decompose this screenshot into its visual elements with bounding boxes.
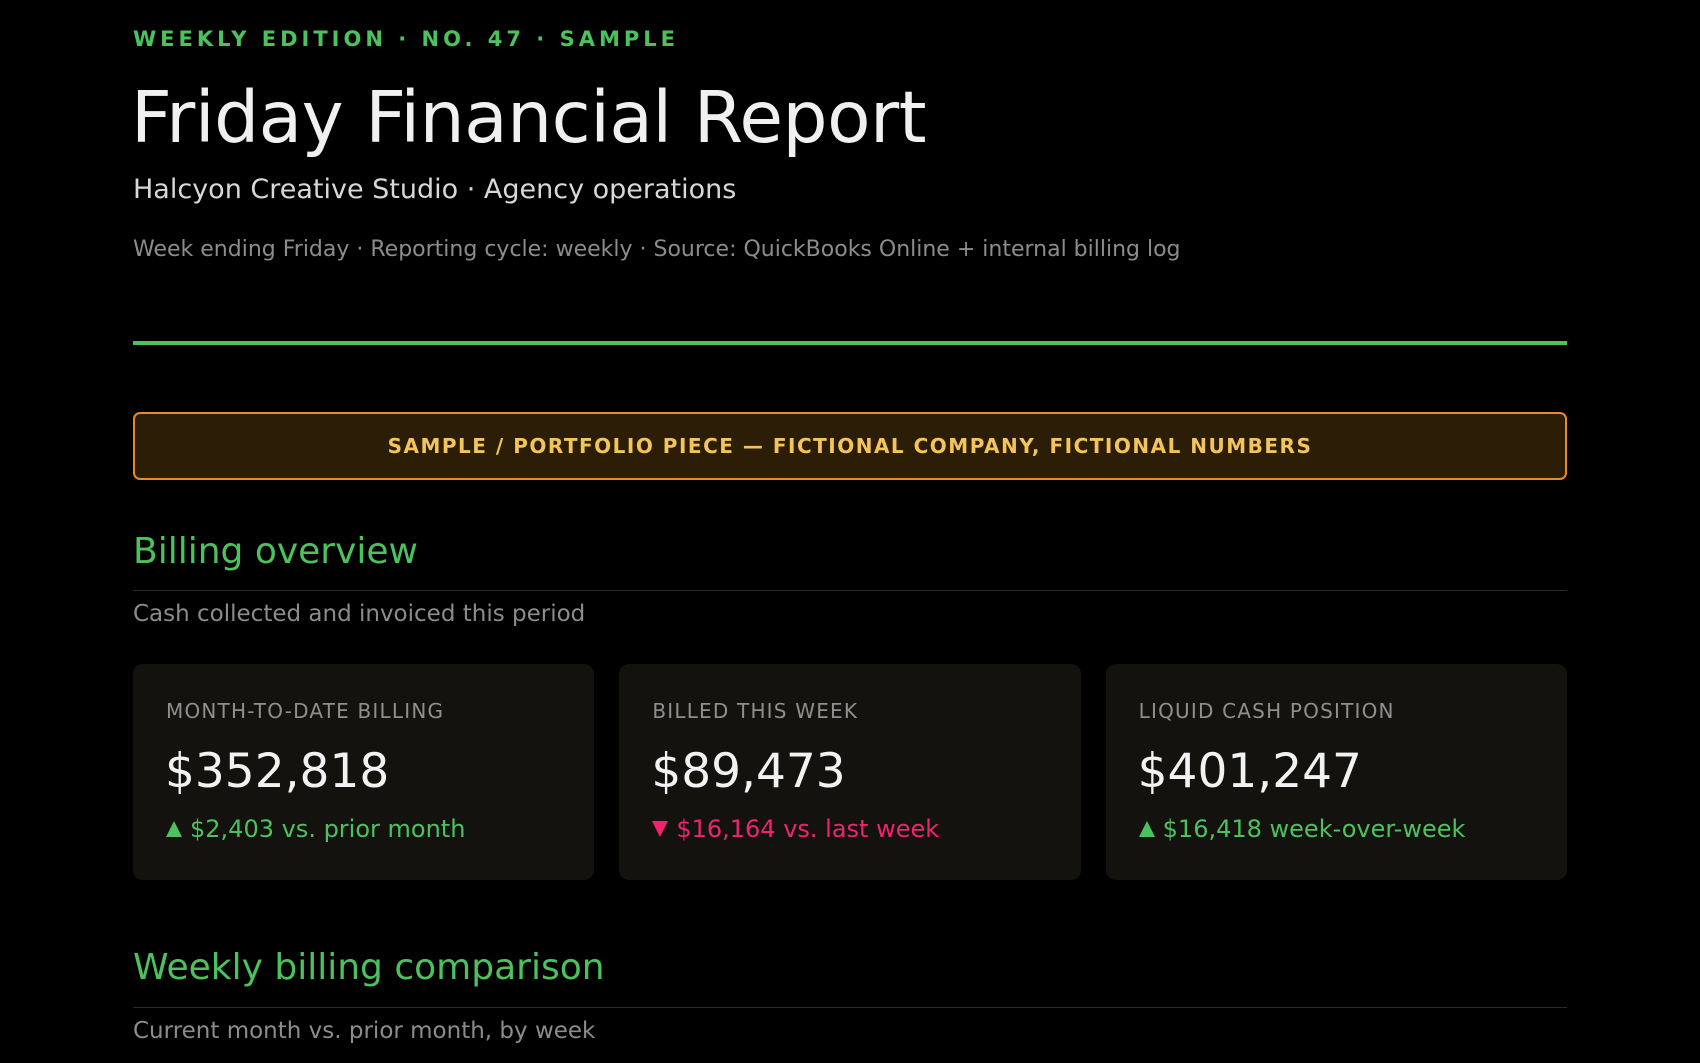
weekly-comparison-title: Weekly billing comparison <box>133 947 605 988</box>
trend-down-icon <box>652 821 669 837</box>
kpi-value: $401,247 <box>1137 744 1362 799</box>
kpi-delta: $16,418 week-over-week <box>1138 815 1466 843</box>
weekly-comparison-divider <box>133 1007 1567 1008</box>
kpi-delta: $16,164 vs. last week <box>652 815 939 843</box>
kpi-label: LIQUID CASH POSITION <box>1138 699 1395 723</box>
kpi-card-liquid-cash: LIQUID CASH POSITION $401,247 $16,418 we… <box>1105 664 1567 880</box>
kpi-delta-text: $2,403 vs. prior month <box>190 815 466 843</box>
trend-up-icon <box>166 821 182 837</box>
edition-kicker: WEEKLY EDITION · NO. 47 · SAMPLE <box>133 27 679 51</box>
sample-notice-banner: SAMPLE / PORTFOLIO PIECE — FICTIONAL COM… <box>133 412 1567 480</box>
kpi-card-month-to-date: MONTH-TO-DATE BILLING $352,818 $2,403 vs… <box>133 664 595 880</box>
sample-notice-text: SAMPLE / PORTFOLIO PIECE — FICTIONAL COM… <box>387 434 1313 458</box>
report-title: Friday Financial Report <box>131 76 927 159</box>
trend-up-icon <box>1138 821 1155 837</box>
billing-overview-title: Billing overview <box>133 531 418 572</box>
billing-overview-divider <box>133 590 1567 591</box>
billing-overview-subtitle: Cash collected and invoiced this period <box>133 601 586 627</box>
kpi-card-billed-this-week: BILLED THIS WEEK $89,473 $16,164 vs. las… <box>619 664 1081 880</box>
kpi-label: MONTH-TO-DATE BILLING <box>166 699 445 723</box>
kpi-delta: $2,403 vs. prior month <box>166 815 465 843</box>
weekly-comparison-subtitle: Current month vs. prior month, by week <box>133 1018 596 1044</box>
kpi-value: $352,818 <box>165 744 390 799</box>
kpi-cards: MONTH-TO-DATE BILLING $352,818 $2,403 vs… <box>133 664 1567 880</box>
header-divider <box>133 341 1567 345</box>
kpi-delta-text: $16,164 vs. last week <box>676 815 940 843</box>
kpi-delta-text: $16,418 week-over-week <box>1162 815 1466 843</box>
kpi-value: $89,473 <box>651 744 846 799</box>
report-meta: Week ending Friday · Reporting cycle: we… <box>133 237 1181 262</box>
report-subtitle: Halcyon Creative Studio · Agency operati… <box>133 174 737 205</box>
kpi-label: BILLED THIS WEEK <box>652 699 859 723</box>
report-page: WEEKLY EDITION · NO. 47 · SAMPLE Friday … <box>0 0 1700 1063</box>
